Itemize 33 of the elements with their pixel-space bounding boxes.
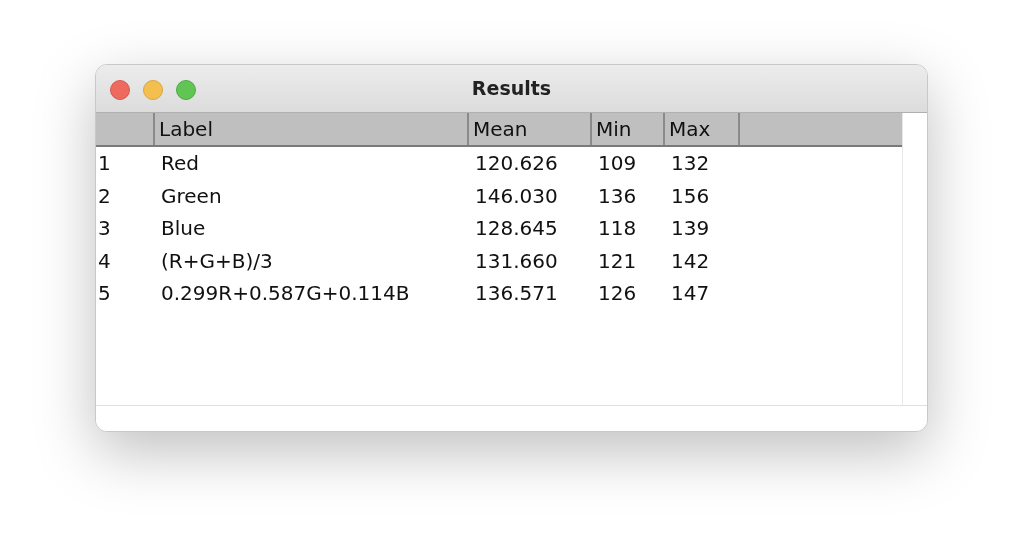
zoom-button[interactable] bbox=[176, 80, 196, 100]
row-number: 3 bbox=[97, 215, 112, 243]
row-number: 4 bbox=[97, 247, 112, 275]
column-header[interactable]: Label bbox=[155, 113, 469, 145]
close-button[interactable] bbox=[110, 80, 130, 100]
row-number: 5 bbox=[97, 280, 112, 308]
table-cell-text: Red bbox=[160, 150, 200, 178]
table-cell-text: 132 bbox=[670, 150, 711, 178]
table-cell-text: 128.645 bbox=[474, 215, 559, 243]
window-title: Results bbox=[471, 76, 552, 102]
table-cell-text: Green bbox=[160, 182, 223, 210]
table-cell-text: 109 bbox=[597, 150, 638, 178]
table-cell-text: 156 bbox=[670, 182, 711, 210]
table-cell-text: 120.626 bbox=[474, 150, 559, 178]
table-cell-text: (R+G+B)/3 bbox=[160, 247, 274, 275]
table-cell-text: 139 bbox=[670, 215, 711, 243]
table-cell-text: 136.571 bbox=[474, 280, 559, 308]
table-cell-text: 136 bbox=[597, 182, 638, 210]
table-cell-text: 147 bbox=[670, 280, 711, 308]
table-cell-text: 131.660 bbox=[474, 247, 559, 275]
table-cell-text: 118 bbox=[597, 215, 638, 243]
column-header[interactable]: Min bbox=[592, 113, 665, 145]
table-cell-text: Blue bbox=[160, 215, 207, 243]
minimize-button[interactable] bbox=[143, 80, 163, 100]
table-cell-text: 142 bbox=[670, 247, 711, 275]
table-cell-text: 0.299R+0.587G+0.114B bbox=[160, 280, 411, 308]
table-cell-text: 121 bbox=[597, 247, 638, 275]
table-cell-text: 146.030 bbox=[474, 182, 559, 210]
row-number: 1 bbox=[97, 150, 112, 178]
column-header[interactable]: Max bbox=[665, 113, 740, 145]
table-cell-text: 126 bbox=[597, 280, 638, 308]
column-header[interactable]: Mean bbox=[469, 113, 592, 145]
row-number: 2 bbox=[97, 182, 112, 210]
